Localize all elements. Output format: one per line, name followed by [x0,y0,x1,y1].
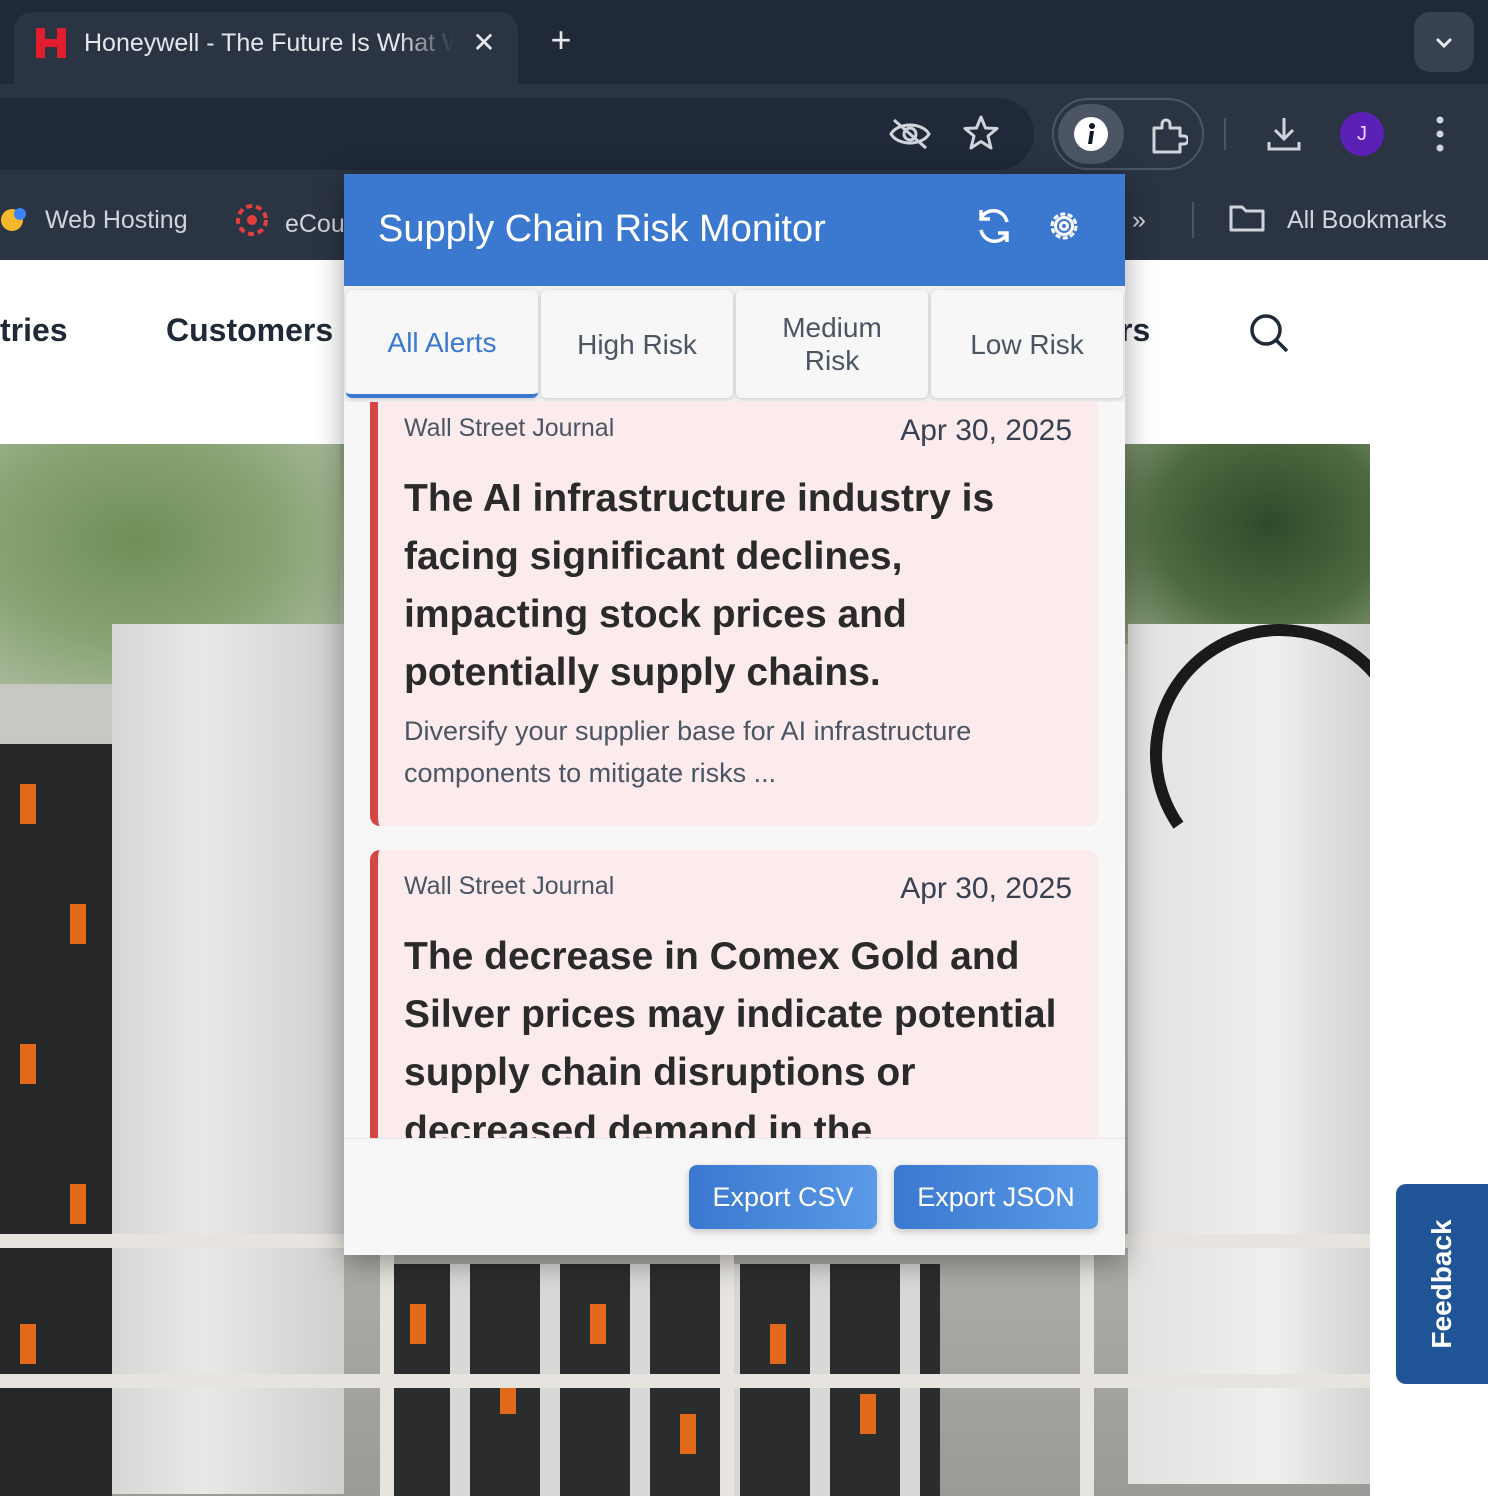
all-bookmarks-label: All Bookmarks [1286,206,1447,234]
hero-rack-light [860,1394,876,1434]
export-json-button[interactable]: Export JSON [894,1165,1098,1229]
hero-railing-post [1080,1224,1094,1496]
all-bookmarks-button[interactable]: All Bookmarks [1228,202,1447,238]
browser-tab-strip: Honeywell - The Future Is What We Make I… [0,0,1488,86]
extensions-group [1052,98,1204,170]
site-search-icon[interactable] [1248,312,1290,354]
tab-search-button[interactable] [1414,12,1474,72]
toolbar-divider [1224,118,1226,150]
popup-title: Supply Chain Risk Monitor [378,208,826,250]
tab-label: High Risk [577,328,697,360]
tab-label: All Alerts [387,326,497,358]
alert-card[interactable]: Wall Street Journal Apr 30, 2025 The dec… [370,850,1098,1138]
hero-railing-post [720,1224,734,1496]
alert-date: Apr 30, 2025 [900,414,1072,447]
popup-header: Supply Chain Risk Monitor [344,174,1125,286]
tab-label: Medium Risk [782,312,882,376]
feedback-label: Feedback [1426,1219,1457,1349]
address-bar[interactable] [0,98,1034,170]
hero-railing-post [380,1224,394,1496]
folder-icon [1229,205,1265,232]
web-hosting-favicon-icon [1,208,26,231]
bookmark-web-hosting[interactable]: Web Hosting [0,202,188,238]
alert-date: Apr 30, 2025 [900,872,1072,905]
browser-menu-icon[interactable] [1428,114,1452,154]
hero-rack-light [770,1324,786,1364]
honeywell-favicon-icon [36,28,66,58]
tab-title: Honeywell - The Future Is What We Make I… [84,29,454,57]
new-tab-button[interactable]: + [540,20,582,62]
bookmark-label: eCou [284,210,345,238]
alerts-list[interactable]: Wall Street Journal Apr 30, 2025 The AI … [344,402,1125,1138]
profile-avatar[interactable]: J [1340,112,1384,156]
alert-source: Wall Street Journal [404,872,615,900]
alert-recommendation: Diversify your supplier base for AI infr… [404,716,972,788]
bookmarks-divider [1192,202,1194,238]
ecou-favicon-icon [236,204,268,236]
nav-item-customers[interactable]: Customers [166,312,333,349]
hero-cabinet-light [20,784,36,824]
tab-label: Low Risk [970,328,1084,360]
alert-source: Wall Street Journal [404,414,615,442]
hero-rack-light [590,1304,606,1344]
hero-cabinet-light [70,904,86,944]
bookmark-label: Web Hosting [44,206,188,234]
hero-cabinet-light [20,1044,36,1084]
extensions-puzzle-icon[interactable] [1148,116,1188,156]
tab-all-alerts[interactable]: All Alerts [346,290,538,398]
popup-footer: Export CSV Export JSON [344,1138,1125,1255]
hero-railing [0,1374,1370,1388]
hero-cabinet-door [112,624,344,1494]
tab-low-risk[interactable]: Low Risk [931,290,1123,398]
bookmark-star-icon[interactable] [962,114,1000,152]
alert-title: The AI infrastructure industry is facing… [404,477,995,694]
hero-rack-light [410,1304,426,1344]
tab-medium-risk[interactable]: Medium Risk [736,290,928,398]
refresh-icon[interactable] [972,204,1016,248]
browser-toolbar [0,84,1488,178]
risk-filter-tabs: All Alerts High Risk Medium Risk Low Ris… [344,286,1125,402]
hero-cabinet-light [20,1324,36,1364]
hero-cabinet-light [70,1184,86,1224]
extension-info-icon [1074,117,1108,151]
hero-rack-light [680,1414,696,1454]
settings-gear-icon[interactable] [1042,204,1086,248]
hero-tree-right [1120,444,1370,644]
alert-card[interactable]: Wall Street Journal Apr 30, 2025 The AI … [370,402,1098,826]
risk-monitor-extension-button[interactable] [1058,104,1124,164]
risk-monitor-popup: Supply Chain Risk Monitor All Alerts Hig… [344,174,1125,1255]
tab-high-risk[interactable]: High Risk [541,290,733,398]
nav-item-industries[interactable]: tries [0,312,68,349]
alert-title: The decrease in Comex Gold and Silver pr… [404,935,1057,1138]
eye-off-icon[interactable] [888,116,932,152]
close-tab-icon[interactable]: ✕ [466,25,502,61]
bookmark-ecou[interactable]: eCou [234,202,345,238]
feedback-button[interactable]: Feedback [1396,1184,1488,1384]
bookmarks-overflow-button[interactable]: » [1132,202,1146,238]
download-icon[interactable] [1264,114,1304,154]
browser-tab[interactable]: Honeywell - The Future Is What We Make I… [14,12,518,86]
chevron-down-icon [1435,37,1453,49]
export-csv-button[interactable]: Export CSV [689,1165,877,1229]
